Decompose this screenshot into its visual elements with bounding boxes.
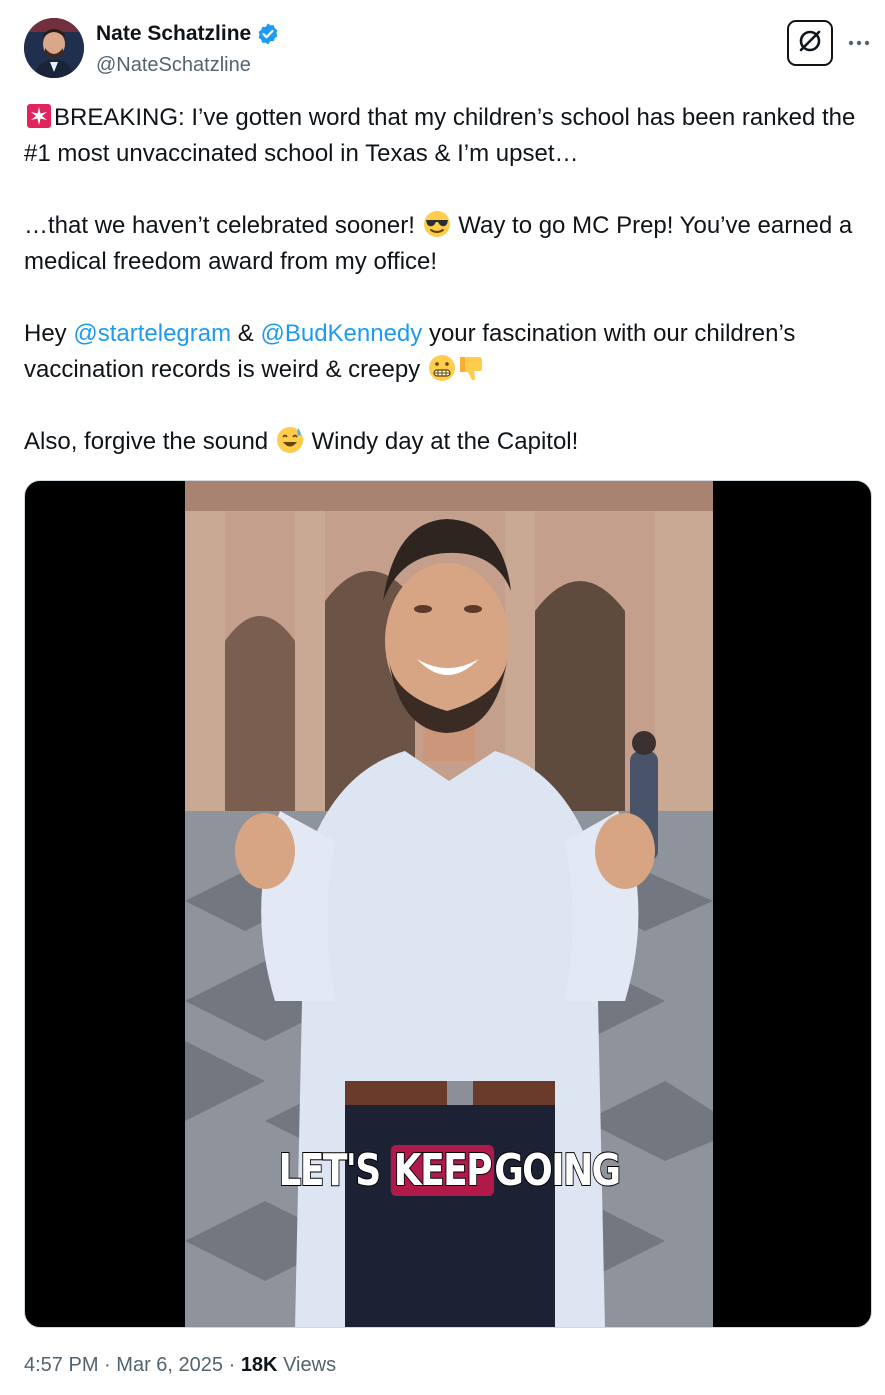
mention-startelegram-link[interactable]: @startelegram bbox=[73, 320, 231, 347]
tweet-paragraph-1: BREAKING: I’ve gotten word that my child… bbox=[24, 100, 869, 172]
tweet-meta: 4:57 PM · Mar 6, 2025 · 18K Views bbox=[24, 1354, 336, 1377]
verified-badge-icon[interactable] bbox=[256, 22, 280, 46]
video-frame: LET'S KEEPGOING bbox=[185, 481, 713, 1327]
tweet-paragraph-4-text-a: Also, forgive the sound bbox=[24, 428, 269, 455]
tweet-paragraph-2-text-a: …that we haven’t celebrated sooner! bbox=[24, 212, 415, 239]
tweet-paragraph-3-text-a: Hey bbox=[24, 320, 67, 347]
caption-word-3: GOING bbox=[493, 1144, 622, 1197]
grok-icon bbox=[796, 27, 824, 60]
more-options-icon bbox=[847, 27, 871, 53]
tweet-paragraph-4: Also, forgive the sound Windy day at the… bbox=[24, 424, 869, 460]
avatar[interactable] bbox=[24, 18, 84, 78]
video-caption: LET'S KEEPGOING bbox=[233, 1144, 666, 1197]
meta-separator: · bbox=[228, 1354, 236, 1376]
tweet-video[interactable]: LET'S KEEPGOING bbox=[24, 480, 872, 1328]
sweat-smile-emoji bbox=[275, 425, 305, 455]
author-handle[interactable]: @NateSchatzline bbox=[96, 54, 251, 77]
tweet-time-link[interactable]: 4:57 PM bbox=[24, 1354, 98, 1376]
tweet-paragraph-1-text: BREAKING: I’ve gotten word that my child… bbox=[24, 104, 856, 167]
meta-separator: · bbox=[104, 1354, 111, 1376]
tweet-paragraph-3: Hey @startelegram & @BudKennedy your fas… bbox=[24, 316, 869, 388]
grok-button[interactable] bbox=[787, 20, 833, 66]
tweet-paragraph-3-text-b: & bbox=[237, 320, 254, 347]
tweet-date-link[interactable]: Mar 6, 2025 bbox=[116, 1354, 223, 1376]
grimacing-emoji bbox=[427, 353, 457, 383]
views-label: Views bbox=[283, 1354, 337, 1376]
more-options-button[interactable] bbox=[845, 26, 873, 54]
tweet-paragraph-4-text-b: Windy day at the Capitol! bbox=[311, 428, 579, 455]
thumbs-down-emoji bbox=[457, 353, 487, 383]
tweet-paragraph-2: …that we haven’t celebrated sooner! Way … bbox=[24, 208, 869, 280]
views-count: 18K bbox=[240, 1354, 278, 1376]
caption-word-1: LET'S bbox=[278, 1144, 382, 1197]
sunglasses-emoji bbox=[422, 209, 452, 239]
video-still-image bbox=[185, 481, 713, 1327]
tweet-text: BREAKING: I’ve gotten word that my child… bbox=[24, 100, 869, 460]
rotating-light-emoji bbox=[24, 101, 54, 131]
mention-budkennedy-link[interactable]: @BudKennedy bbox=[260, 320, 422, 347]
author-display-name[interactable]: Nate Schatzline bbox=[96, 22, 251, 46]
caption-highlight-word: KEEP bbox=[390, 1144, 495, 1197]
